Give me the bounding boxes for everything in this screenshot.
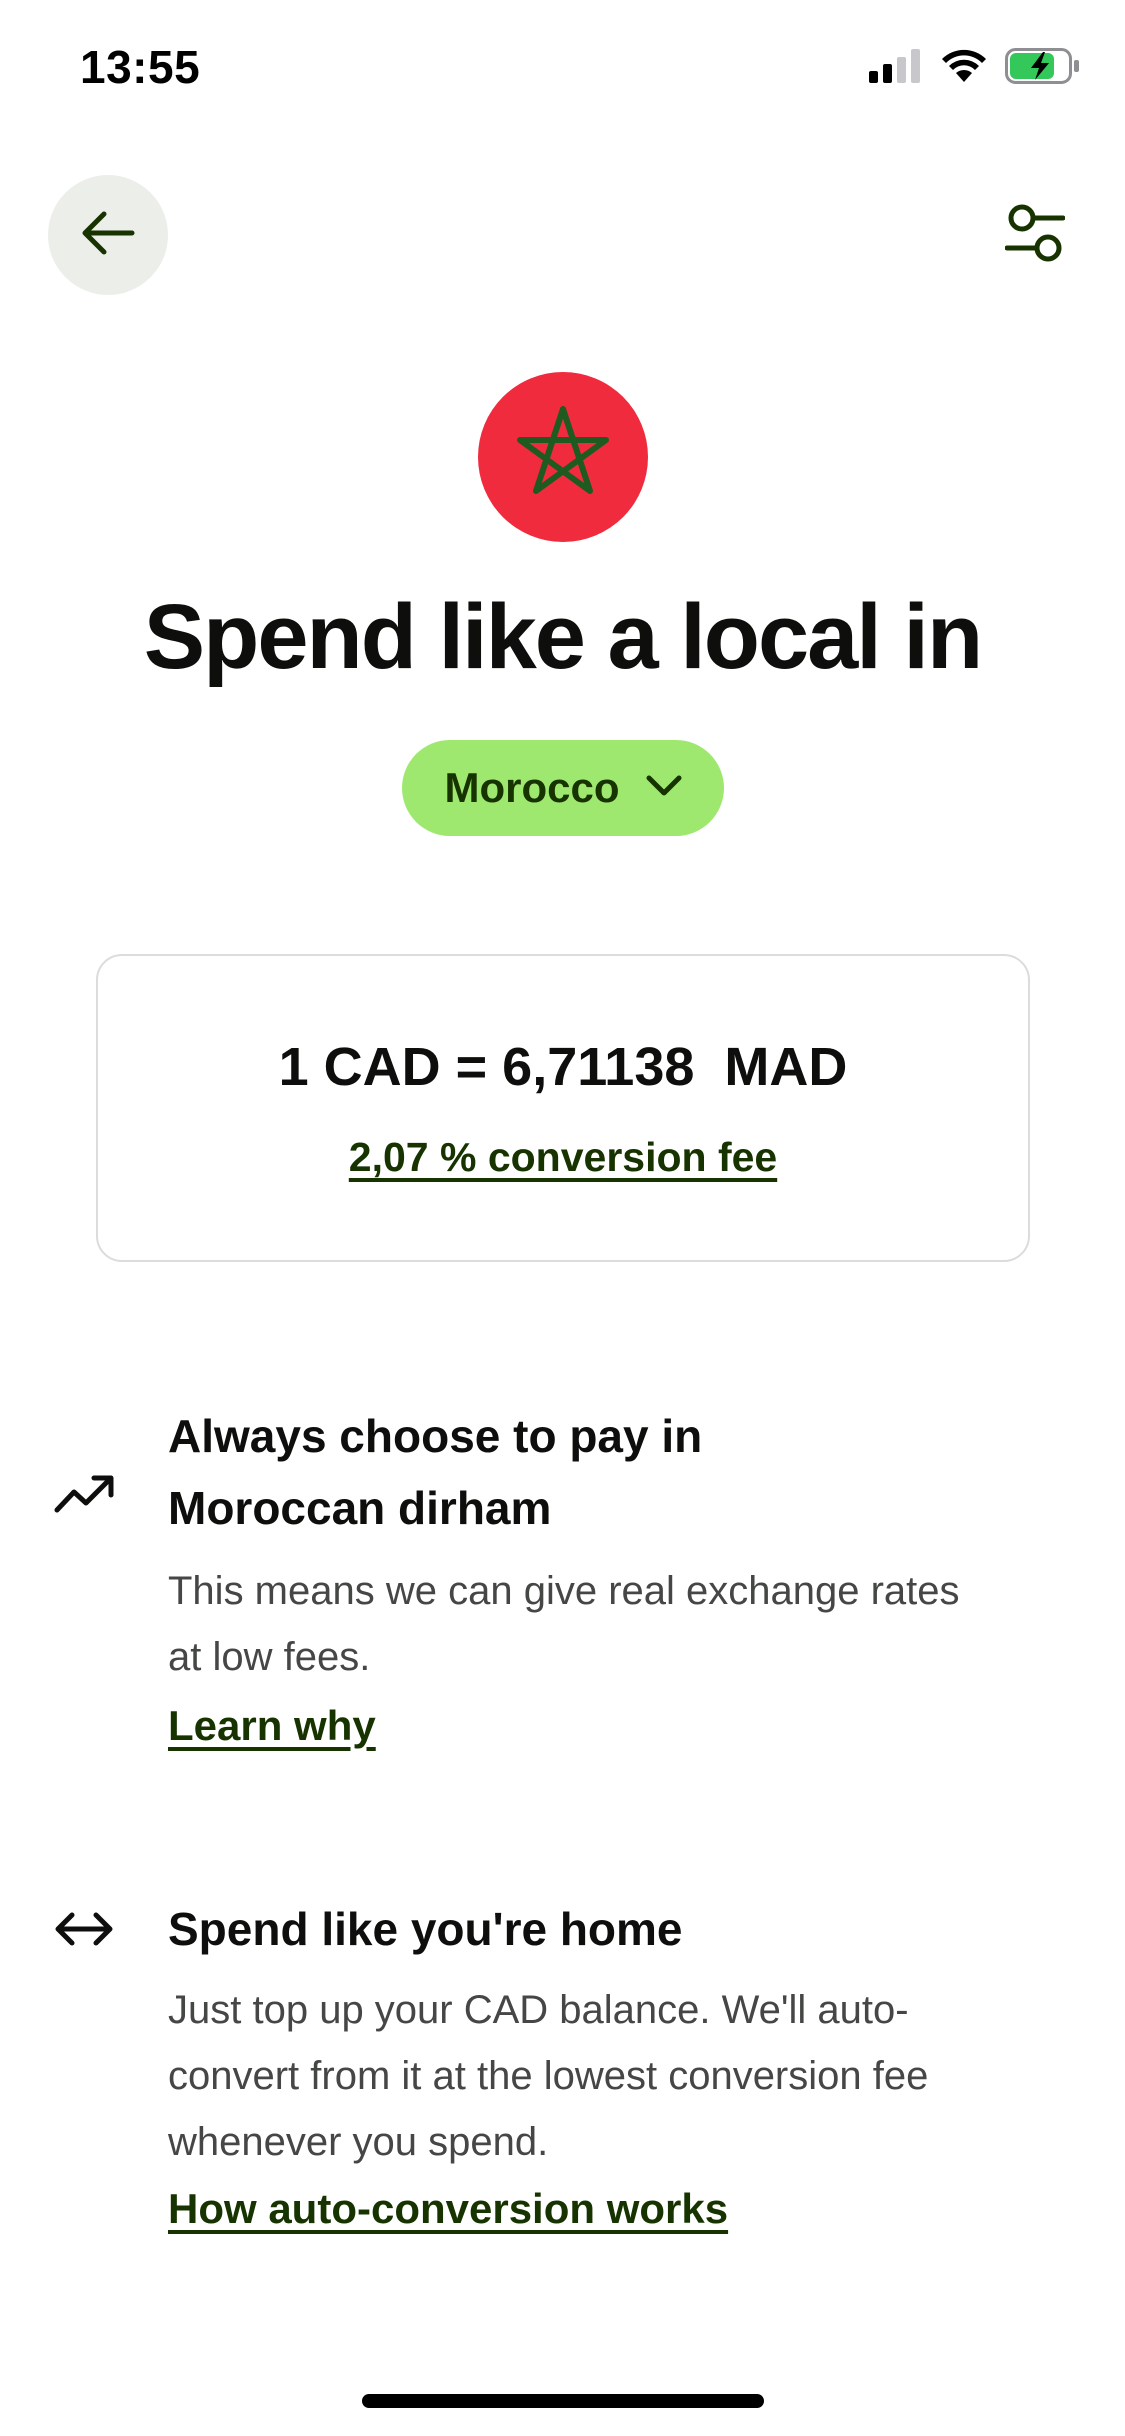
feature-description-line: convert from it at the lowest conversion… — [168, 2054, 929, 2098]
home-indicator[interactable] — [362, 2394, 764, 2408]
country-flag — [478, 372, 648, 542]
country-selector-label: Morocco — [444, 764, 620, 811]
feature-description-line: at low fees. — [168, 1635, 371, 1679]
status-time: 13:55 — [80, 41, 201, 93]
learn-why-link[interactable]: Learn why — [168, 1702, 376, 1750]
feature-description: Just top up your CAD balance. We'll auto… — [168, 1977, 1048, 2175]
sliders-icon — [1004, 201, 1066, 270]
chevron-down-icon — [646, 775, 682, 802]
morocco-flag-icon — [503, 395, 623, 520]
status-icons — [869, 48, 1081, 89]
wifi-icon — [941, 49, 987, 88]
page-title: Spend like a local in — [143, 586, 983, 688]
cellular-signal-icon — [869, 49, 923, 88]
back-button[interactable] — [48, 175, 168, 295]
exchange-rate-card: 1 CAD = 6,71138 MAD 2,07 % conversion fe… — [96, 954, 1030, 1262]
how-auto-conversion-works-link[interactable]: How auto-conversion works — [168, 2185, 728, 2233]
feature-title-line: Always choose to pay in — [168, 1410, 703, 1462]
feature-description-line: This means we can give real exchange rat… — [168, 1569, 960, 1613]
country-selector-button[interactable]: Morocco — [402, 740, 724, 836]
feature-description: This means we can give real exchange rat… — [168, 1558, 1048, 1690]
feature-description-line: whenever you spend. — [168, 2120, 549, 2164]
feature-title: Spend like you're home — [168, 1893, 1048, 1965]
feature-title-line: Moroccan dirham — [168, 1482, 552, 1534]
filter-button[interactable] — [995, 195, 1075, 275]
exchange-rate-text: 1 CAD = 6,71138 MAD — [278, 1037, 848, 1097]
feature-title-line: Spend like you're home — [168, 1903, 683, 1955]
feature-title: Always choose to pay in Moroccan dirham — [168, 1400, 1048, 1544]
trending-up-icon — [52, 1462, 116, 1526]
conversion-fee-link[interactable]: 2,07 % conversion fee — [98, 1134, 1028, 1181]
battery-charging-icon — [1005, 48, 1081, 89]
status-bar: 13:55 — [0, 0, 1125, 140]
arrows-left-right-icon — [52, 1897, 116, 1961]
feature-description-line: Just top up your CAD balance. We'll auto… — [168, 1988, 909, 2032]
arrow-left-icon — [80, 209, 136, 262]
